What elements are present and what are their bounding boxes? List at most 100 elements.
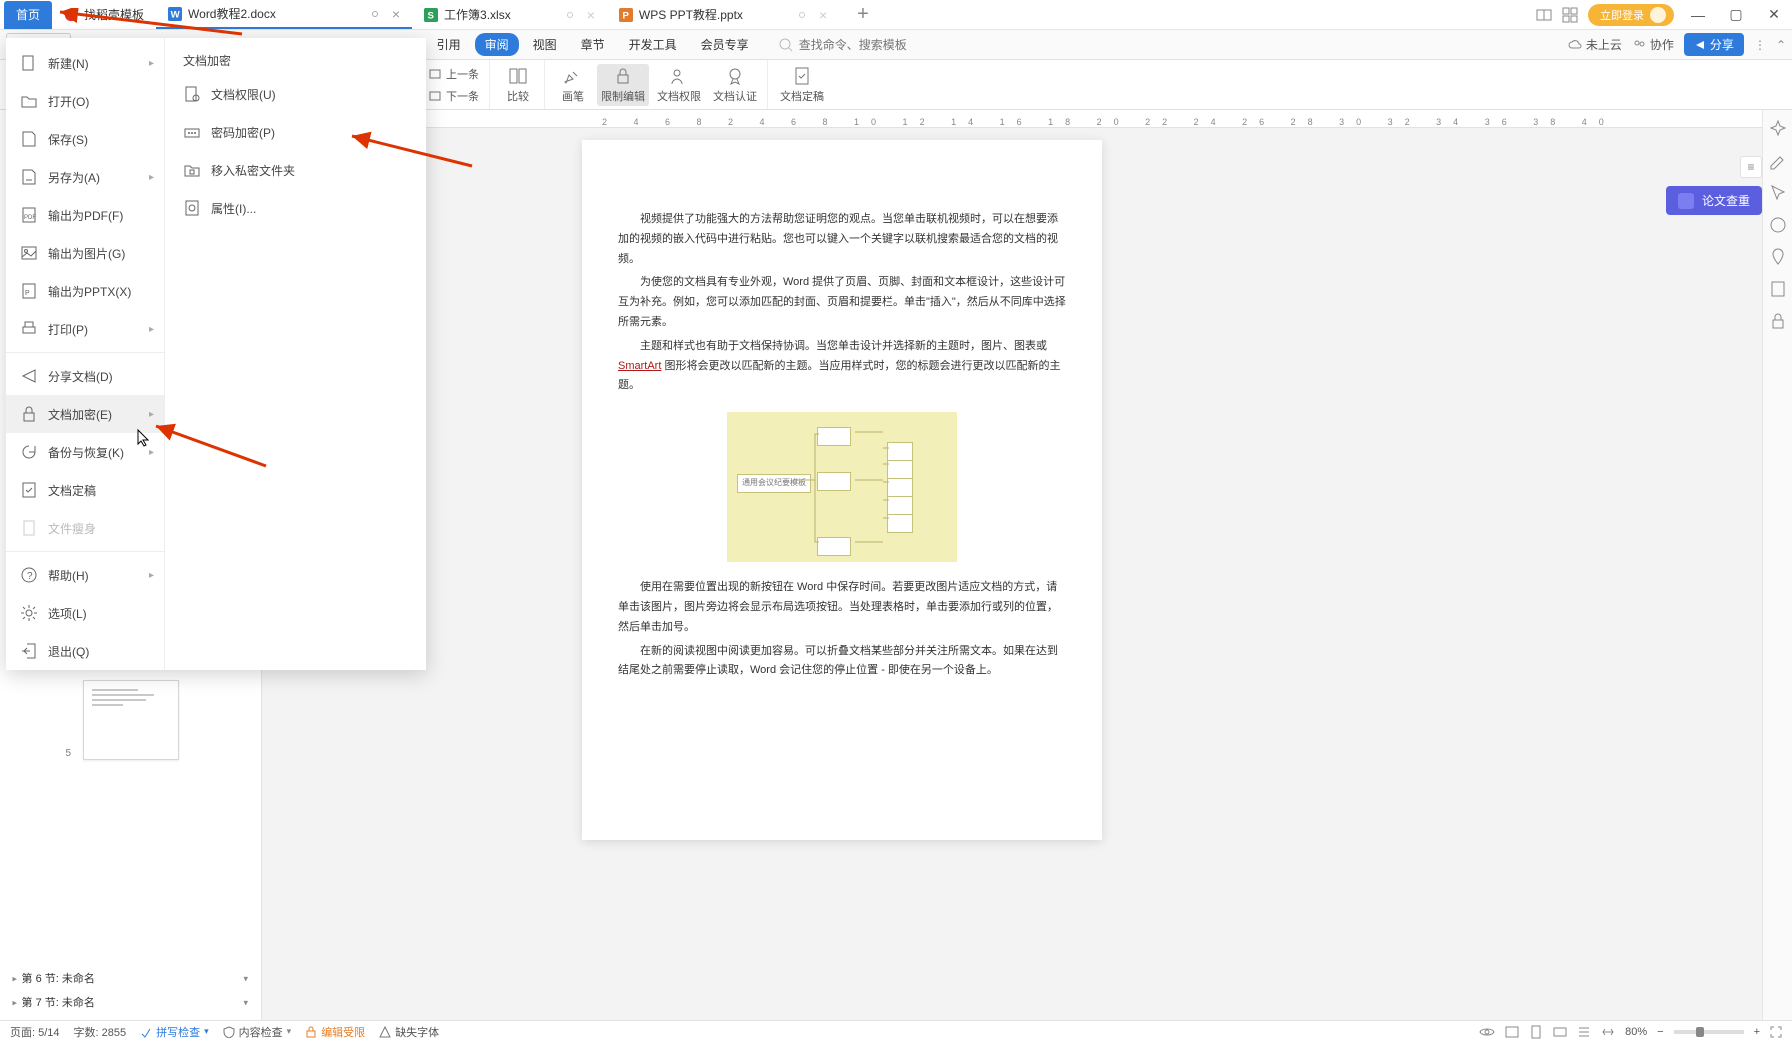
doc-permission-button[interactable]: 文档权限	[653, 64, 705, 106]
status-words[interactable]: 字数: 2855	[74, 1024, 127, 1040]
menu-help[interactable]: ?帮助(H)▸	[6, 556, 164, 594]
plagiarism-check-chip[interactable]: 论文查重	[1666, 186, 1762, 215]
search-icon	[779, 38, 793, 52]
rtab-refs[interactable]: 引用	[427, 33, 471, 56]
layout-grid1-icon[interactable]	[1536, 7, 1552, 23]
layout-grid2-icon[interactable]	[1562, 7, 1578, 23]
sidebar-book-icon[interactable]	[1769, 280, 1787, 298]
check-icon	[1678, 193, 1694, 209]
view-page-icon[interactable]	[1529, 1025, 1543, 1039]
sidebar-cursor-icon[interactable]	[1769, 184, 1787, 202]
status-page[interactable]: 页面: 5/14	[10, 1024, 60, 1040]
outline-toggle-icon[interactable]: ≡	[1740, 156, 1762, 178]
menu-new[interactable]: 新建(N)▸	[6, 44, 164, 82]
fullscreen-icon[interactable]	[1770, 1026, 1782, 1038]
tab-ppt[interactable]: P WPS PPT教程.pptx ×	[607, 1, 839, 29]
next-change-button[interactable]: 下一条	[424, 86, 483, 106]
thumbnail-page-number: 5	[66, 748, 72, 759]
new-tab-button[interactable]: +	[857, 3, 869, 26]
rtab-member[interactable]: 会员专享	[691, 33, 759, 56]
menu-export-pptx[interactable]: P输出为PPTX(X)	[6, 272, 164, 310]
rtab-dev[interactable]: 开发工具	[619, 33, 687, 56]
sidebar-lock-icon[interactable]	[1769, 312, 1787, 330]
submenu-properties[interactable]: 属性(I)...	[169, 189, 422, 227]
sidebar-palette-icon[interactable]	[1769, 216, 1787, 234]
close-icon[interactable]: ×	[392, 6, 400, 22]
properties-icon	[183, 199, 201, 217]
doc-cert-button[interactable]: 文档认证	[709, 64, 761, 106]
final-button[interactable]: 文档定稿	[776, 64, 828, 106]
menu-backup[interactable]: 备份与恢复(K)▸	[6, 433, 164, 471]
status-missing-font[interactable]: 缺失字体	[379, 1024, 439, 1040]
view-outline-icon[interactable]	[1577, 1025, 1591, 1039]
rtab-view[interactable]: 视图	[523, 33, 567, 56]
menu-options[interactable]: 选项(L)	[6, 594, 164, 632]
menu-export-pdf[interactable]: PDF输出为PDF(F)	[6, 196, 164, 234]
menu-print[interactable]: 打印(P)▸	[6, 310, 164, 348]
chevron-right-icon: ▸	[149, 447, 154, 458]
tab-spreadsheet[interactable]: S 工作簿3.xlsx ×	[412, 1, 607, 29]
close-icon[interactable]: ×	[819, 7, 827, 23]
menu-save[interactable]: 保存(S)	[6, 120, 164, 158]
submenu-move-private[interactable]: 移入私密文件夹	[169, 151, 422, 189]
share-icon	[20, 367, 38, 385]
smartart-link[interactable]: SmartArt	[618, 360, 661, 372]
compare-button[interactable]: 比较	[498, 64, 538, 106]
more-icon[interactable]: ⋮	[1754, 38, 1766, 52]
menu-encrypt[interactable]: 文档加密(E)▸	[6, 395, 164, 433]
outline-section-6[interactable]: ▸第 6 节: 未命名 ▾	[6, 966, 255, 990]
sidebar-pencil-icon[interactable]	[1769, 152, 1787, 170]
restrict-edit-button[interactable]: 限制编辑	[597, 64, 649, 106]
status-edit-restrict[interactable]: 编辑受限	[305, 1024, 365, 1040]
close-window-button[interactable]: ✕	[1760, 6, 1788, 23]
ink-button[interactable]: 画笔	[553, 64, 593, 106]
tab-word-doc[interactable]: W Word教程2.docx ×	[156, 1, 412, 29]
submenu-doc-permission[interactable]: 文档权限(U)	[169, 75, 422, 113]
submenu-password[interactable]: 密码加密(P)	[169, 113, 422, 151]
sidebar-marker-icon[interactable]	[1769, 248, 1787, 266]
view-read-icon[interactable]	[1505, 1025, 1519, 1039]
prev-change-button[interactable]: 上一条	[424, 64, 483, 84]
status-spellcheck[interactable]: 拼写检查▾	[140, 1024, 209, 1040]
rtab-chapter[interactable]: 章节	[571, 33, 615, 56]
login-button[interactable]: 立即登录	[1588, 4, 1674, 26]
tab-home[interactable]: 首页	[4, 1, 52, 29]
menu-share[interactable]: 分享文档(D)	[6, 357, 164, 395]
command-search[interactable]	[779, 38, 939, 52]
document-page[interactable]: 视频提供了功能强大的方法帮助您证明您的观点。当您单击联机视频时，可以在想要添加的…	[582, 140, 1102, 840]
outline-section-7[interactable]: ▸第 7 节: 未命名 ▾	[6, 990, 255, 1014]
menu-saveas[interactable]: 另存为(A)▸	[6, 158, 164, 196]
chevron-down-icon[interactable]: ▾	[244, 973, 248, 983]
menu-export-image[interactable]: 输出为图片(G)	[6, 234, 164, 272]
menu-exit[interactable]: 退出(Q)	[6, 632, 164, 670]
rtab-review[interactable]: 审阅	[475, 33, 519, 56]
tab-label: 找稻壳模板	[84, 6, 144, 23]
status-content-check[interactable]: 内容检查▾	[223, 1024, 292, 1040]
collapse-ribbon-icon[interactable]: ⌃	[1776, 38, 1786, 52]
image-icon	[20, 244, 38, 262]
page-thumbnail[interactable]: 5	[83, 680, 179, 760]
fit-width-icon[interactable]	[1601, 1025, 1615, 1039]
svg-text:PDF: PDF	[24, 215, 36, 221]
coop-button[interactable]: 协作	[1632, 36, 1674, 53]
minimize-button[interactable]: —	[1684, 7, 1712, 23]
zoom-in-button[interactable]: +	[1754, 1026, 1760, 1038]
horizontal-ruler: 2 4 6 8 2 4 6 8 10 12 14 16 18 20 22 24 …	[262, 110, 1792, 128]
zoom-slider[interactable]	[1674, 1030, 1744, 1034]
maximize-button[interactable]: ▢	[1722, 6, 1750, 23]
close-icon[interactable]: ×	[587, 7, 595, 23]
view-eye-icon[interactable]	[1479, 1026, 1495, 1038]
share-button[interactable]: 分享	[1684, 33, 1744, 56]
cloud-status[interactable]: 未上云	[1568, 36, 1622, 53]
para-4: 使用在需要位置出现的新按钮在 Word 中保存时间。若要更改图片适应文档的方式，…	[618, 578, 1066, 637]
menu-open[interactable]: 打开(O)	[6, 82, 164, 120]
menu-finalize[interactable]: 文档定稿	[6, 471, 164, 509]
chevron-down-icon[interactable]: ▾	[244, 997, 248, 1007]
chevron-right-icon: ▸	[149, 58, 154, 69]
search-input[interactable]	[799, 38, 939, 52]
zoom-out-button[interactable]: −	[1657, 1026, 1663, 1038]
sidebar-ai-icon[interactable]	[1769, 120, 1787, 138]
zoom-percent[interactable]: 80%	[1625, 1026, 1647, 1038]
tab-template-search[interactable]: 找稻壳模板	[52, 1, 156, 29]
view-web-icon[interactable]	[1553, 1025, 1567, 1039]
